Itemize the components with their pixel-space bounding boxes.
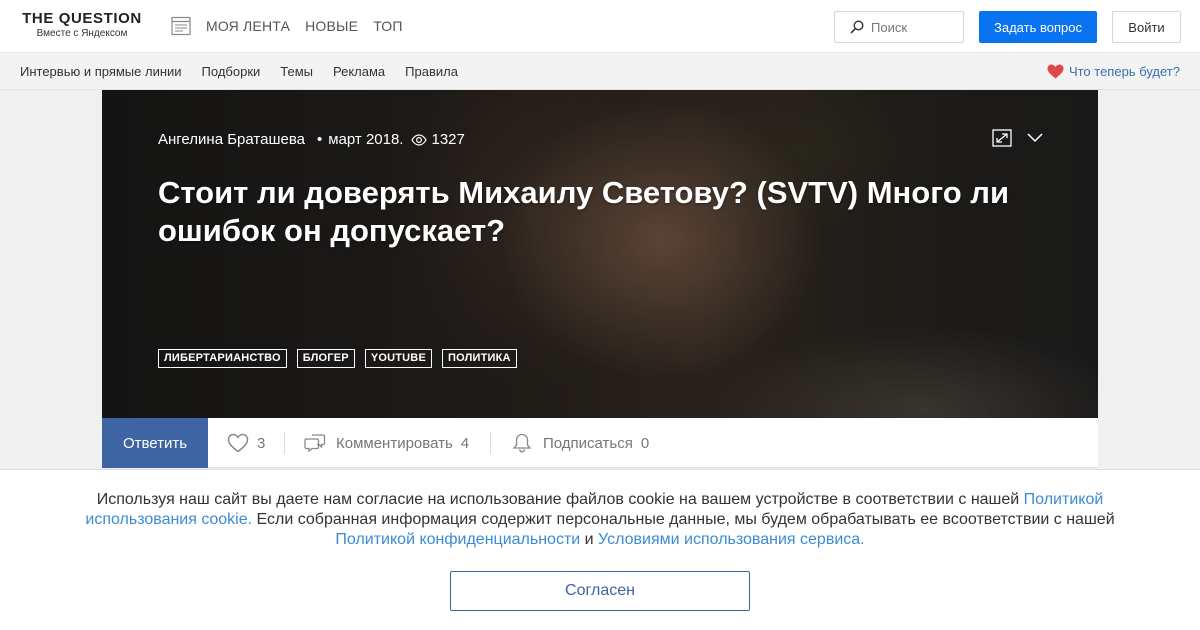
- subnav-item-interviews[interactable]: Интервью и прямые линии: [20, 64, 182, 79]
- question-tags: ЛИБЕРТАРИАНСТВО БЛОГЕР YOUTUBE ПОЛИТИКА: [158, 349, 517, 368]
- top-header: THE QUESTION Вместе с Яндексом МОЯ ЛЕНТА…: [0, 0, 1200, 53]
- nav-top[interactable]: ТОП: [373, 18, 402, 34]
- secondary-nav-items: Интервью и прямые линии Подборки Темы Ре…: [20, 64, 458, 79]
- subscribe-action[interactable]: Подписаться 0: [511, 418, 649, 468]
- main-nav: МОЯ ЛЕНТА НОВЫЕ ТОП: [206, 18, 403, 34]
- meta-separator: •: [316, 131, 323, 148]
- cookie-banner: Используя наш сайт вы даете нам согласие…: [0, 469, 1200, 630]
- login-button[interactable]: Войти: [1112, 11, 1181, 43]
- cookie-text-3: и: [580, 531, 599, 548]
- agree-button[interactable]: Согласен: [450, 571, 750, 611]
- nav-new[interactable]: НОВЫЕ: [305, 18, 358, 34]
- subscriber-count: 0: [640, 434, 650, 452]
- search-icon: [850, 20, 864, 34]
- terms-of-service-link[interactable]: Условиями использования сервиса.: [598, 531, 865, 548]
- tag-blogger[interactable]: БЛОГЕР: [296, 349, 355, 368]
- site-logo[interactable]: THE QUESTION Вместе с Яндексом: [20, 11, 144, 40]
- author-name[interactable]: Ангелина Браташева: [158, 131, 305, 148]
- subnav-item-rules[interactable]: Правила: [405, 64, 458, 79]
- tag-libertarianism[interactable]: ЛИБЕРТАРИАНСТВО: [158, 349, 287, 368]
- question-date: март 2018.: [328, 131, 404, 148]
- search-box[interactable]: [834, 11, 964, 43]
- tag-youtube[interactable]: YOUTUBE: [364, 349, 432, 368]
- question-title: Стоит ли доверять Михаилу Светову? (SVTV…: [158, 175, 1010, 248]
- cookie-text-2: Если собранная информация содержит персо…: [252, 511, 1115, 528]
- cookie-notice: Используя наш сайт вы даете нам согласие…: [60, 490, 1140, 550]
- cookie-text-1: Используя наш сайт вы даете нам согласие…: [96, 491, 1024, 508]
- question-action-bar: Ответить 3 Комментировать 4 Подписаться …: [102, 418, 1098, 468]
- feed-icon[interactable]: [171, 16, 191, 36]
- secondary-nav: Интервью и прямые линии Подборки Темы Ре…: [0, 53, 1200, 90]
- heart-outline-icon: [227, 433, 249, 453]
- bell-icon: [512, 433, 532, 453]
- subnav-item-topics[interactable]: Темы: [280, 64, 313, 79]
- question-hero: Ангелина Браташева • март 2018. 1327 Сто…: [102, 90, 1098, 418]
- subscribe-label: Подписаться: [543, 434, 633, 452]
- expand-icon[interactable]: [992, 129, 1012, 147]
- comment-label: Комментировать: [336, 434, 453, 452]
- heart-icon: [1047, 64, 1064, 79]
- comment-icon: [304, 434, 326, 453]
- question-meta: Ангелина Браташева • март 2018. 1327: [158, 131, 465, 148]
- tag-politics[interactable]: ПОЛИТИКА: [442, 349, 517, 368]
- comment-action[interactable]: Комментировать 4: [304, 418, 469, 468]
- answer-button[interactable]: Ответить: [102, 418, 208, 468]
- subnav-item-collections[interactable]: Подборки: [202, 64, 261, 79]
- promo-link[interactable]: Что теперь будет?: [1047, 64, 1180, 79]
- promo-text: Что теперь будет?: [1068, 64, 1180, 79]
- view-count: 1327: [431, 131, 465, 148]
- ask-question-button[interactable]: Задать вопрос: [979, 11, 1097, 43]
- divider: [490, 432, 491, 454]
- search-input[interactable]: [871, 18, 959, 36]
- comment-count: 4: [460, 434, 470, 452]
- logo-title: THE QUESTION: [22, 10, 142, 27]
- eye-icon: [411, 133, 428, 146]
- subnav-item-ads[interactable]: Реклама: [333, 64, 385, 79]
- like-count: 3: [257, 434, 266, 452]
- divider: [284, 432, 285, 454]
- like-action[interactable]: 3: [227, 418, 265, 468]
- chevron-down-icon[interactable]: [1027, 131, 1043, 143]
- logo-subtitle: Вместе с Яндексом: [36, 28, 128, 39]
- privacy-policy-link[interactable]: Политикой конфиденциальности: [335, 531, 580, 548]
- nav-my-feed[interactable]: МОЯ ЛЕНТА: [206, 18, 290, 34]
